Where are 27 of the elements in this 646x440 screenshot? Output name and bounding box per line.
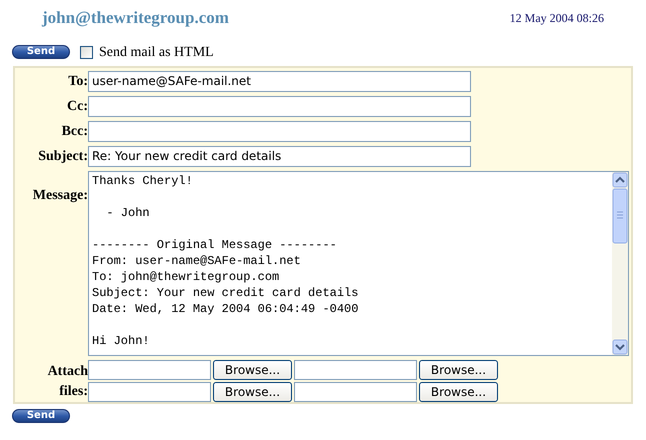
file-path-field[interactable] bbox=[294, 382, 417, 402]
send-button[interactable]: Send bbox=[12, 409, 70, 423]
text-field[interactable] bbox=[88, 121, 471, 142]
field-label: Subject: bbox=[37, 148, 88, 166]
date-time: 12 May 2004 08:26 bbox=[510, 10, 604, 27]
send-button[interactable]: Send bbox=[12, 45, 70, 59]
scrollbar-drawing[interactable] bbox=[612, 172, 628, 355]
field-label: Bcc: bbox=[60, 122, 88, 140]
file-path-field[interactable] bbox=[88, 382, 211, 402]
text-field[interactable] bbox=[88, 96, 471, 117]
field-label: Cc: bbox=[66, 98, 88, 116]
browse-button[interactable]: Browse... bbox=[213, 360, 292, 380]
html-option-label: Send mail as HTML bbox=[99, 44, 214, 62]
file-path-field[interactable] bbox=[294, 360, 417, 380]
browse-button[interactable]: Browse... bbox=[419, 360, 498, 380]
browse-button[interactable]: Browse... bbox=[213, 382, 292, 402]
attach-files-label: Attach files: bbox=[46, 363, 88, 401]
text-field[interactable]: user-name@SAFe-mail.net bbox=[88, 71, 471, 92]
file-path-field[interactable] bbox=[88, 360, 211, 380]
text-field[interactable]: Re: Your new credit card details bbox=[88, 146, 471, 167]
message-area[interactable]: Thanks Cheryl! - John -------- Original Message -------- From: user-name@SAFe-mail.net To: john@thewritegroup.com Subject: Your new credit card details Date: Wed, 12 May 2004 06:04:49 -0400 Hi John! bbox=[88, 171, 629, 356]
message-text: Thanks Cheryl! - John -------- Original Message -------- From: user-name@SAFe-mail.net To: john@thewritegroup.com Subject: Your new credit card details Date: Wed, 12 May 2004 06:04:49 -0400 Hi John! bbox=[91, 173, 360, 350]
field-label: Message: bbox=[32, 187, 88, 205]
html-checkbox[interactable] bbox=[80, 46, 93, 58]
account-address: john@thewritegroup.com bbox=[42, 7, 229, 30]
browse-button[interactable]: Browse... bbox=[419, 382, 498, 402]
field-label: To: bbox=[67, 72, 88, 90]
